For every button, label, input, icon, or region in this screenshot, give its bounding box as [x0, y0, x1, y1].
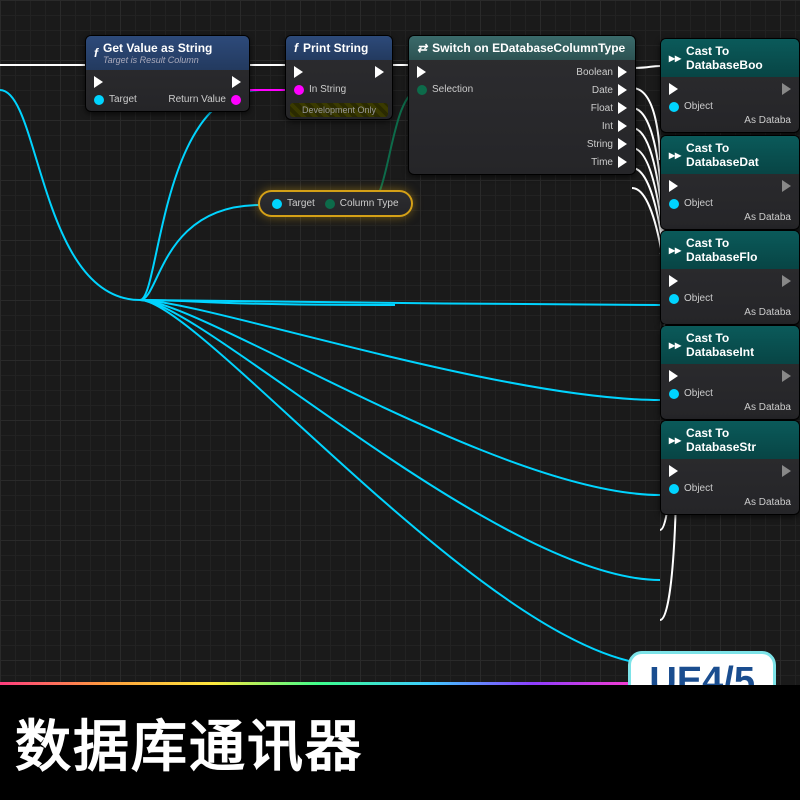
node-title: Cast To DatabaseStr: [686, 426, 791, 454]
node-column-type[interactable]: Target Column Type: [258, 190, 413, 217]
as-output-pin[interactable]: As Databa: [744, 402, 791, 413]
node-cast-database-int[interactable]: ▸▸Cast To DatabaseInt Object As Databa: [660, 325, 800, 420]
exec-in-pin[interactable]: [669, 180, 713, 192]
node-title: Get Value as String: [103, 41, 212, 55]
object-pin[interactable]: Object: [669, 198, 713, 209]
switch-out-string[interactable]: String: [587, 138, 627, 150]
exec-in-pin[interactable]: [417, 66, 473, 78]
object-pin[interactable]: Object: [669, 101, 713, 112]
node-cast-database-bool[interactable]: ▸▸Cast To DatabaseBoo Object As Databa: [660, 38, 800, 133]
as-output-pin[interactable]: As Databa: [744, 115, 791, 126]
node-switch-on-column-type[interactable]: ⇄Switch on EDatabaseColumnType Selection…: [408, 35, 636, 175]
development-only-tag: Development Only: [290, 103, 388, 117]
node-header: fGet Value as StringTarget is Result Col…: [86, 36, 249, 70]
footer: 数据库通讯器: [0, 685, 800, 800]
node-header: ⇄Switch on EDatabaseColumnType: [409, 36, 635, 60]
column-type-pin[interactable]: Column Type: [325, 198, 399, 209]
exec-out-pin[interactable]: [782, 370, 791, 382]
return-value-pin[interactable]: Return Value: [168, 94, 241, 105]
switch-out-date[interactable]: Date: [592, 84, 627, 96]
node-header: ▸▸Cast To DatabaseStr: [661, 421, 799, 459]
node-header: ▸▸Cast To DatabaseDat: [661, 136, 799, 174]
exec-in-pin[interactable]: [669, 465, 713, 477]
node-title: Print String: [303, 41, 368, 55]
object-pin[interactable]: Object: [669, 388, 713, 399]
node-title: Cast To DatabaseFlo: [686, 236, 791, 264]
node-header: ▸▸Cast To DatabaseFlo: [661, 231, 799, 269]
exec-in-pin[interactable]: [94, 76, 137, 88]
node-get-value-as-string[interactable]: fGet Value as StringTarget is Result Col…: [85, 35, 250, 112]
target-pin[interactable]: Target: [94, 94, 137, 105]
product-title: 数据库通讯器: [15, 702, 363, 783]
blueprint-canvas[interactable]: fGet Value as StringTarget is Result Col…: [0, 0, 800, 690]
as-output-pin[interactable]: As Databa: [744, 212, 791, 223]
node-title: Cast To DatabaseBoo: [686, 44, 791, 72]
switch-out-int[interactable]: Int: [602, 120, 627, 132]
switch-out-float[interactable]: Float: [591, 102, 627, 114]
node-cast-database-date[interactable]: ▸▸Cast To DatabaseDat Object As Databa: [660, 135, 800, 230]
object-pin[interactable]: Object: [669, 483, 713, 494]
node-title: Cast To DatabaseDat: [686, 141, 791, 169]
node-header: ▸▸Cast To DatabaseInt: [661, 326, 799, 364]
exec-out-pin[interactable]: [782, 180, 791, 192]
node-title: Cast To DatabaseInt: [686, 331, 791, 359]
exec-out-pin[interactable]: [782, 83, 791, 95]
node-subtitle: Target is Result Column: [103, 55, 212, 65]
exec-out-pin[interactable]: [782, 275, 791, 287]
exec-in-pin[interactable]: [294, 66, 346, 78]
node-header: fPrint String: [286, 36, 392, 60]
target-pin[interactable]: Target: [272, 198, 315, 209]
as-output-pin[interactable]: As Databa: [744, 497, 791, 508]
node-print-string[interactable]: fPrint String In String Development Only: [285, 35, 393, 120]
node-header: ▸▸Cast To DatabaseBoo: [661, 39, 799, 77]
object-pin[interactable]: Object: [669, 293, 713, 304]
as-output-pin[interactable]: As Databa: [744, 307, 791, 318]
node-cast-database-string[interactable]: ▸▸Cast To DatabaseStr Object As Databa: [660, 420, 800, 515]
node-cast-database-float[interactable]: ▸▸Cast To DatabaseFlo Object As Databa: [660, 230, 800, 325]
node-title: Switch on EDatabaseColumnType: [432, 41, 625, 55]
exec-in-pin[interactable]: [669, 370, 713, 382]
exec-out-pin[interactable]: [375, 66, 384, 78]
switch-out-boolean[interactable]: Boolean: [576, 66, 627, 78]
exec-out-pin[interactable]: [232, 76, 241, 88]
selection-pin[interactable]: Selection: [417, 84, 473, 95]
exec-in-pin[interactable]: [669, 83, 713, 95]
switch-out-time[interactable]: Time: [591, 156, 627, 168]
in-string-pin[interactable]: In String: [294, 84, 346, 95]
exec-out-pin[interactable]: [782, 465, 791, 477]
exec-in-pin[interactable]: [669, 275, 713, 287]
